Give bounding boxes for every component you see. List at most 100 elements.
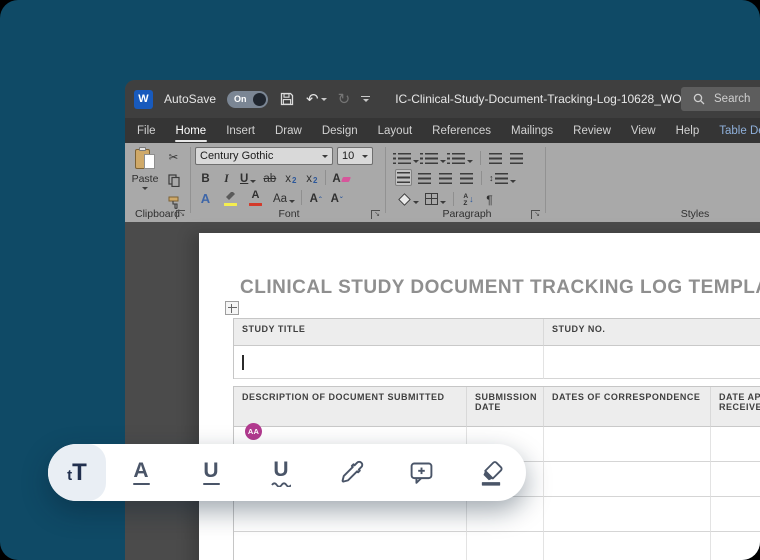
eyedropper-button[interactable] (316, 459, 386, 486)
study-no-input-cell[interactable] (544, 346, 760, 379)
bold-button[interactable]: B (197, 169, 214, 186)
highlight-color-button[interactable] (222, 189, 239, 206)
shading-button[interactable] (397, 190, 420, 207)
format-painter-button[interactable] (165, 192, 182, 209)
tab-table-design[interactable]: Table Design (709, 118, 760, 143)
correspondence-header-cell[interactable]: DATES OF CORRESPONDENCE (544, 387, 711, 427)
clipboard-dialog-launcher[interactable]: ↘ (176, 210, 185, 219)
tab-file[interactable]: File (127, 118, 166, 143)
increase-indent-button[interactable] (508, 149, 525, 166)
document-page[interactable]: CLINICAL STUDY DOCUMENT TRACKING LOG TEM… (199, 233, 760, 560)
study-title-header-cell[interactable]: STUDY TITLE (234, 319, 544, 346)
autosave-toggle[interactable]: On (227, 91, 268, 108)
superscript-button[interactable]: x2 (303, 169, 320, 186)
quick-access-menu-button[interactable] (361, 96, 370, 103)
show-hide-marks-button[interactable]: ¶ (481, 190, 498, 207)
tab-references[interactable]: References (422, 118, 501, 143)
grow-font-button[interactable]: Aˆ (307, 189, 324, 206)
table-move-handle-icon[interactable] (225, 301, 239, 315)
highlight-color-bar (224, 203, 237, 207)
tab-view[interactable]: View (621, 118, 666, 143)
table-cell[interactable] (467, 497, 544, 532)
bullets-button[interactable] (397, 149, 420, 166)
subscript-button[interactable]: x2 (282, 169, 299, 186)
underline-button[interactable]: U (239, 169, 257, 186)
table-cell[interactable] (234, 497, 467, 532)
underline-style-a-button[interactable]: A (106, 460, 176, 485)
font-color-button[interactable]: A (247, 189, 264, 206)
redo-button[interactable]: ↻ (338, 92, 351, 107)
wavy-underline-button[interactable]: U (246, 459, 316, 487)
font-size-dropdown-icon (362, 155, 368, 158)
font-group-label: Font (193, 208, 385, 220)
tab-home[interactable]: Home (166, 118, 217, 143)
align-right-icon (439, 173, 452, 184)
bold-label: B (201, 173, 209, 186)
tab-review[interactable]: Review (563, 118, 621, 143)
tab-help[interactable]: Help (666, 118, 710, 143)
sort-button[interactable]: AZ ↓ (460, 190, 477, 207)
table-cell[interactable] (467, 532, 544, 560)
description-header-cell[interactable]: DESCRIPTION OF DOCUMENT SUBMITTED (234, 387, 467, 427)
justify-button[interactable] (458, 169, 475, 186)
tab-mailings[interactable]: Mailings (501, 118, 563, 143)
coauthor-presence-badge[interactable]: AA (245, 423, 262, 440)
clear-formatting-button[interactable]: A (331, 169, 350, 186)
quick-access-bar-icon (361, 96, 370, 98)
copy-icon (168, 174, 180, 187)
change-case-button[interactable]: Aa (272, 189, 296, 206)
table-cell[interactable] (711, 427, 760, 462)
copy-button[interactable] (165, 170, 182, 187)
line-spacing-button[interactable]: ↕ (488, 169, 517, 186)
align-center-button[interactable] (416, 169, 433, 186)
font-name-dropdown-icon (322, 155, 328, 158)
font-color-label: A (252, 189, 260, 201)
paragraph-dialog-launcher[interactable]: ↘ (531, 210, 540, 219)
table-cell[interactable] (711, 497, 760, 532)
study-title-input-cell[interactable] (234, 346, 544, 379)
highlighter-button[interactable] (456, 459, 526, 487)
text-effects-button[interactable]: A (197, 189, 214, 206)
underline-u-button[interactable]: U (176, 460, 246, 485)
table-cell[interactable] (544, 427, 711, 462)
text-size-button[interactable]: tT (48, 444, 106, 501)
font-dialog-launcher[interactable]: ↘ (371, 210, 380, 219)
table-cell[interactable] (544, 532, 711, 560)
search-input[interactable]: Search (681, 87, 760, 111)
align-right-button[interactable] (437, 169, 454, 186)
table-cell[interactable] (711, 462, 760, 497)
grow-font-mark: ˆ (319, 197, 322, 206)
italic-button[interactable]: I (218, 169, 235, 186)
font-size-select[interactable]: 10 (337, 147, 373, 165)
table-cell[interactable] (544, 462, 711, 497)
study-no-header-cell[interactable]: STUDY NO. (544, 319, 760, 346)
tab-insert[interactable]: Insert (216, 118, 265, 143)
save-button[interactable] (279, 91, 295, 107)
font-name-value: Century Gothic (200, 150, 273, 162)
multilevel-list-button[interactable] (451, 149, 474, 166)
underline-bar-icon (203, 483, 220, 485)
table-cell[interactable] (711, 532, 760, 560)
new-comment-button[interactable] (386, 459, 456, 486)
submission-date-header-cell[interactable]: SUBMISSION DATE (467, 387, 544, 427)
table-cell[interactable] (234, 532, 467, 560)
undo-button[interactable]: ↶ (306, 92, 327, 107)
highlighter-icon (477, 459, 505, 487)
tab-design[interactable]: Design (312, 118, 368, 143)
tab-draw[interactable]: Draw (265, 118, 312, 143)
align-left-icon (397, 172, 410, 183)
strikethrough-button[interactable]: ab (261, 169, 278, 186)
table-cell[interactable] (544, 497, 711, 532)
paste-button[interactable]: Paste (129, 147, 161, 203)
borders-button[interactable] (424, 190, 447, 207)
numbering-button[interactable] (424, 149, 447, 166)
decrease-indent-button[interactable] (487, 149, 504, 166)
group-divider (190, 147, 191, 213)
date-approval-header-cell[interactable]: DATE APPROVAL RECEIVED (711, 387, 760, 427)
cut-button[interactable]: ✂ (165, 148, 182, 165)
font-name-select[interactable]: Century Gothic (195, 147, 333, 165)
shrink-font-button[interactable]: Aˇ (328, 189, 345, 206)
font-size-value: 10 (342, 150, 354, 162)
tab-layout[interactable]: Layout (368, 118, 423, 143)
align-left-button[interactable] (395, 169, 412, 186)
